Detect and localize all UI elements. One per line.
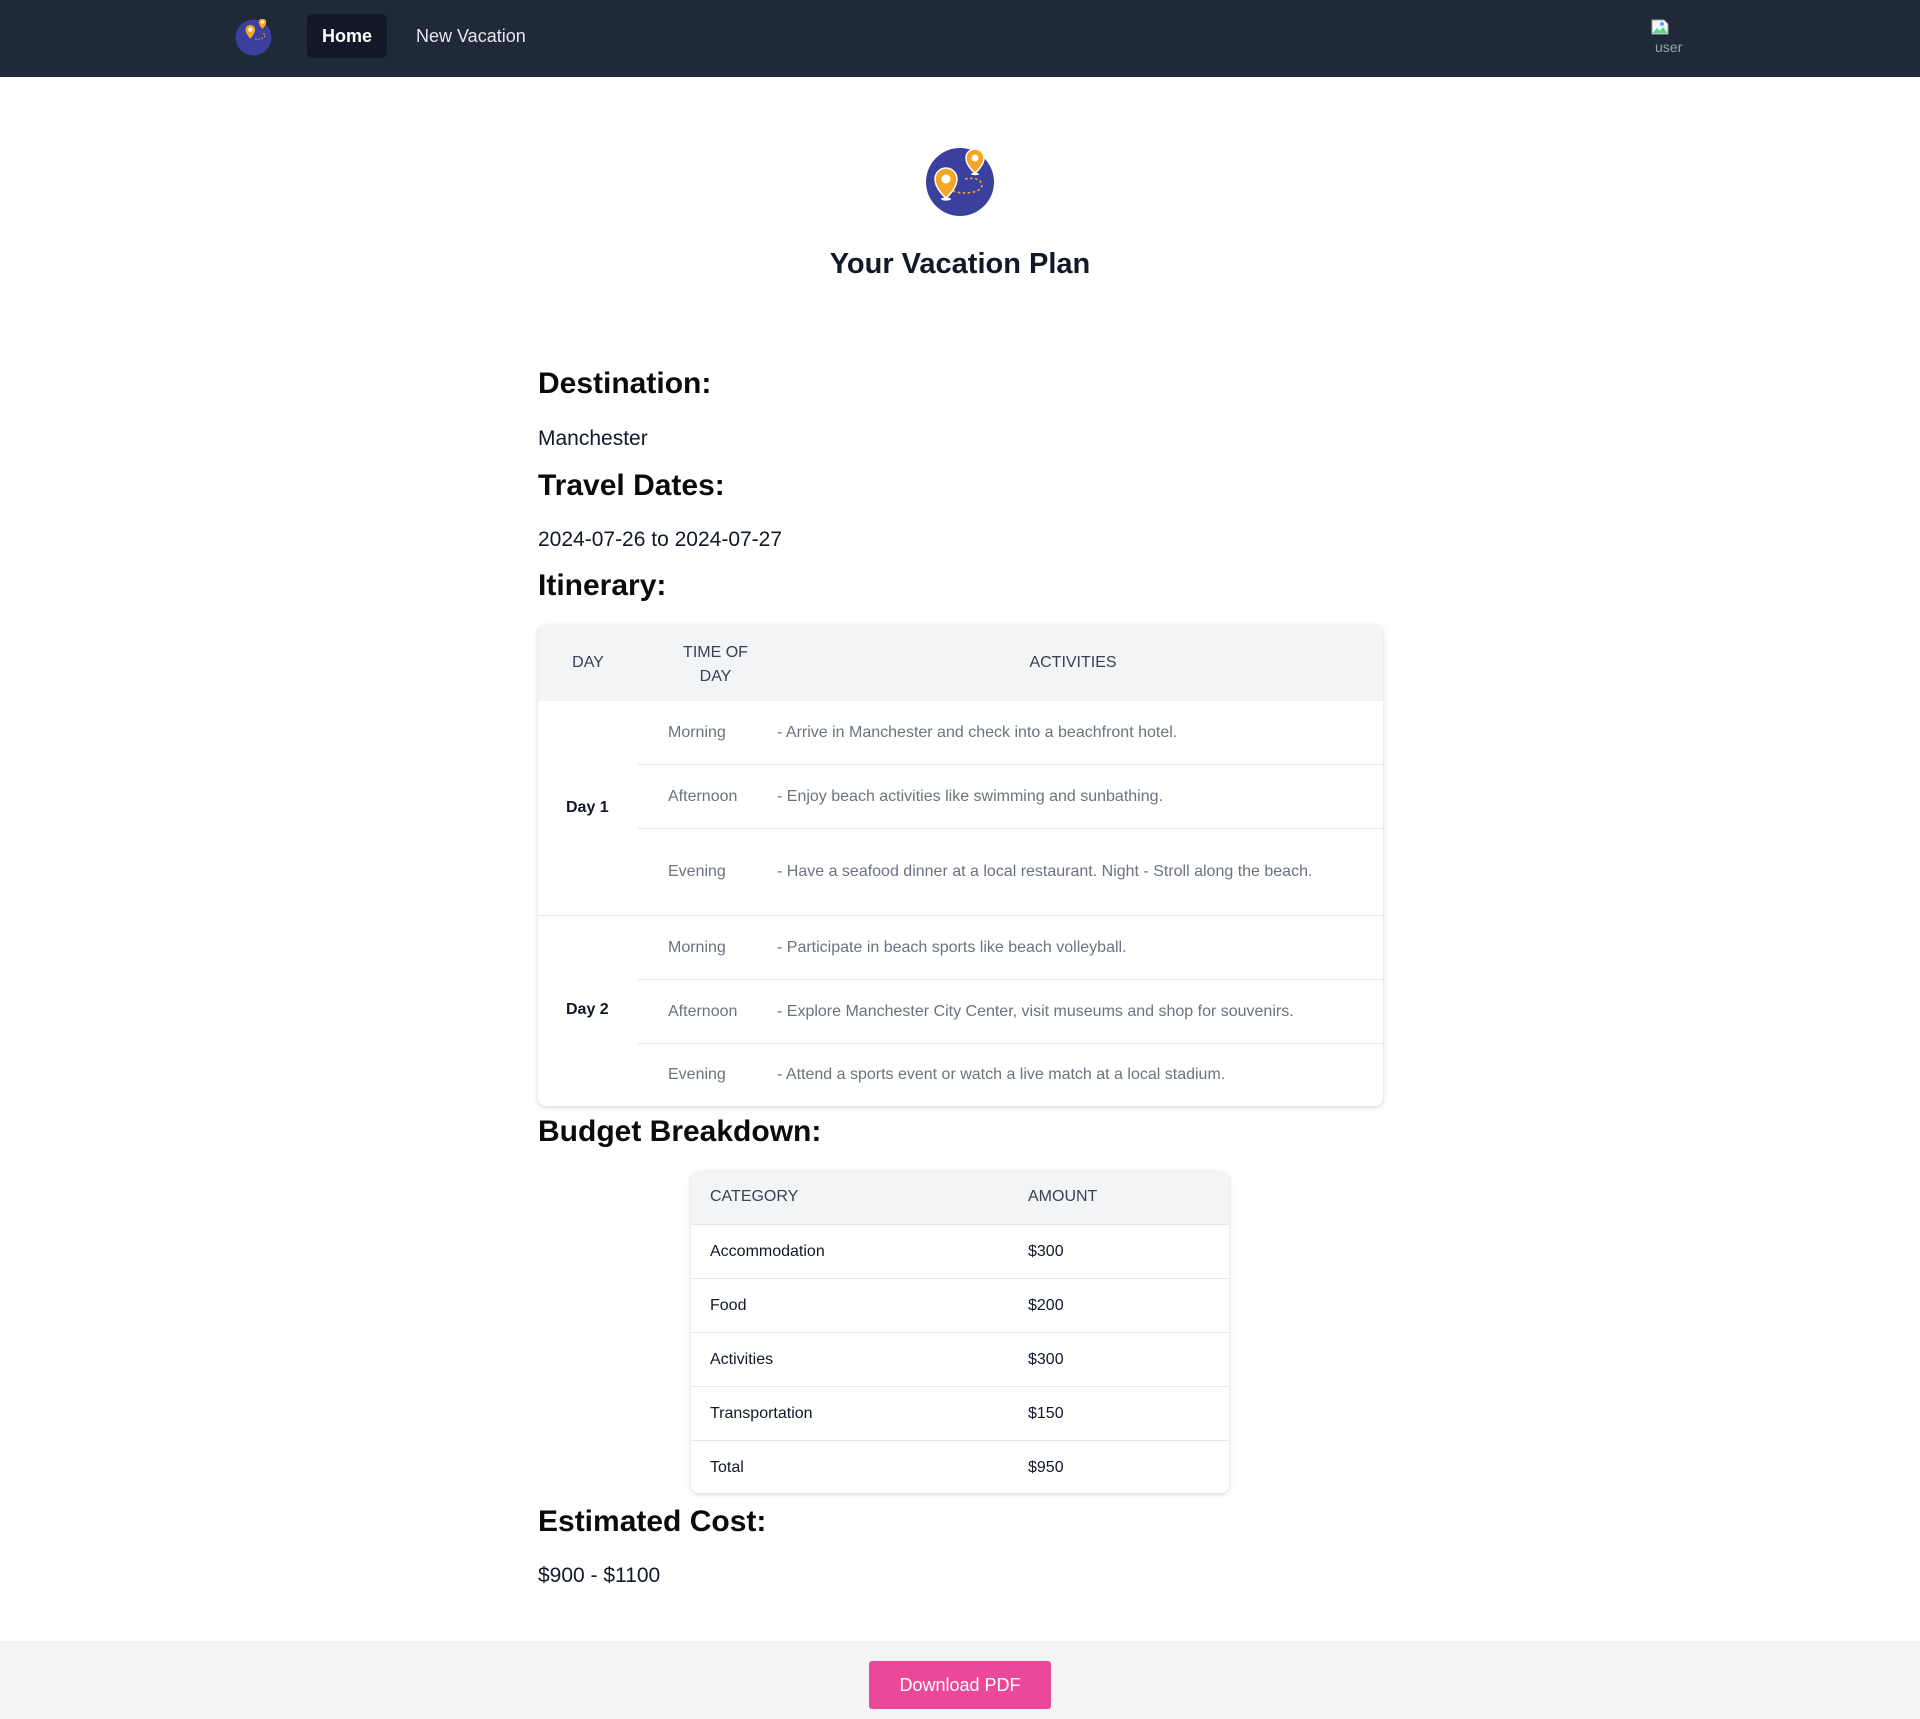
budget-amount: $200 — [1028, 1297, 1064, 1314]
budget-category: Total — [710, 1459, 744, 1476]
time-of-day-cell: Morning — [668, 723, 726, 741]
budget-category: Accommodation — [710, 1243, 825, 1260]
budget-category: Transportation — [710, 1405, 813, 1422]
budget-amount: $300 — [1028, 1351, 1064, 1368]
day-label: Day 2 — [566, 1001, 609, 1018]
budget-amount: $150 — [1028, 1405, 1064, 1422]
page-title: Your Vacation Plan — [829, 248, 1091, 280]
budget-category: Food — [710, 1297, 747, 1314]
itinerary-heading: Itinerary: — [538, 569, 667, 602]
itinerary-row: Evening - Have a seafood dinner at a loc… — [638, 828, 1383, 915]
time-of-day-cell: Afternoon — [668, 1002, 738, 1020]
activity-cell: - Explore Manchester City Center, visit … — [777, 1002, 1294, 1020]
time-of-day-cell: Afternoon — [668, 787, 738, 805]
map-pins-logo-icon[interactable] — [235, 19, 272, 56]
download-pdf-button[interactable]: Download PDF — [869, 1661, 1051, 1709]
destination-value: Manchester — [538, 427, 648, 450]
activity-cell: - Participate in beach sports like beach… — [777, 938, 1127, 956]
budget-row: Accommodation $300 — [691, 1224, 1229, 1278]
avatar-alt-text: user — [1655, 39, 1683, 55]
budget-amount: $950 — [1028, 1459, 1064, 1476]
time-of-day-cell: Evening — [668, 863, 726, 880]
travel-dates-heading: Travel Dates: — [538, 469, 725, 502]
itinerary-row: Morning - Arrive in Manchester and check… — [638, 701, 1383, 764]
itinerary-row: Evening - Attend a sports event or watch… — [638, 1043, 1383, 1106]
top-navbar: Home New Vacation user — [0, 0, 1920, 77]
vacation-plan-logo-icon — [926, 148, 994, 216]
budget-category: Activities — [710, 1351, 774, 1368]
time-of-day-cell: Evening — [668, 1066, 726, 1083]
budget-amount: $300 — [1028, 1243, 1064, 1260]
day-label: Day 1 — [566, 799, 609, 816]
itinerary-row: Morning - Participate in beach sports li… — [638, 916, 1383, 979]
column-header-amount: Amount — [1028, 1188, 1098, 1205]
budget-row: Food $200 — [691, 1278, 1229, 1332]
itinerary-row: Afternoon - Enjoy beach activities like … — [638, 764, 1383, 828]
budget-row: Transportation $150 — [691, 1386, 1229, 1440]
nav-home-link[interactable]: Home — [307, 14, 388, 58]
activity-cell: - Have a seafood dinner at a local resta… — [777, 863, 1313, 880]
activity-cell: - Attend a sports event or watch a live … — [777, 1066, 1226, 1083]
budget-row: Activities $300 — [691, 1332, 1229, 1386]
column-header-category: Category — [710, 1188, 799, 1205]
user-avatar[interactable]: user — [1649, 19, 1689, 59]
column-header-day: Day — [572, 654, 604, 671]
day-group-2: Day 2 Morning - Participate in beach spo… — [538, 915, 1383, 1106]
budget-heading: Budget Breakdown: — [538, 1115, 822, 1148]
itinerary-table: Day Time of Day Activities Day 1 Morning… — [538, 625, 1383, 1106]
day-group-1: Day 1 Morning - Arrive in Manchester and… — [538, 701, 1383, 915]
budget-total-row: Total $950 — [691, 1440, 1229, 1493]
nav-new-vacation-link[interactable]: New Vacation — [401, 14, 541, 58]
broken-image-icon — [1651, 19, 1669, 35]
estimated-cost-value: $900 - $1100 — [538, 1564, 661, 1587]
column-header-activities: Activities — [1029, 654, 1117, 671]
travel-dates-value: 2024-07-26 to 2024-07-27 — [538, 528, 783, 551]
destination-heading: Destination: — [538, 367, 712, 400]
column-header-time-of-day: Time of Day — [683, 644, 748, 685]
itinerary-row: Afternoon - Explore Manchester City Cent… — [638, 979, 1383, 1043]
budget-table: Category Amount Accommodation $300 Food … — [691, 1171, 1229, 1493]
itinerary-table-header: Day Time of Day Activities — [538, 625, 1383, 701]
activity-cell: - Enjoy beach activities like swimming a… — [777, 787, 1163, 805]
estimated-cost-heading: Estimated Cost: — [538, 1505, 767, 1538]
budget-table-header: Category Amount — [691, 1171, 1229, 1224]
time-of-day-cell: Morning — [668, 938, 726, 956]
activity-cell: - Arrive in Manchester and check into a … — [777, 723, 1178, 741]
